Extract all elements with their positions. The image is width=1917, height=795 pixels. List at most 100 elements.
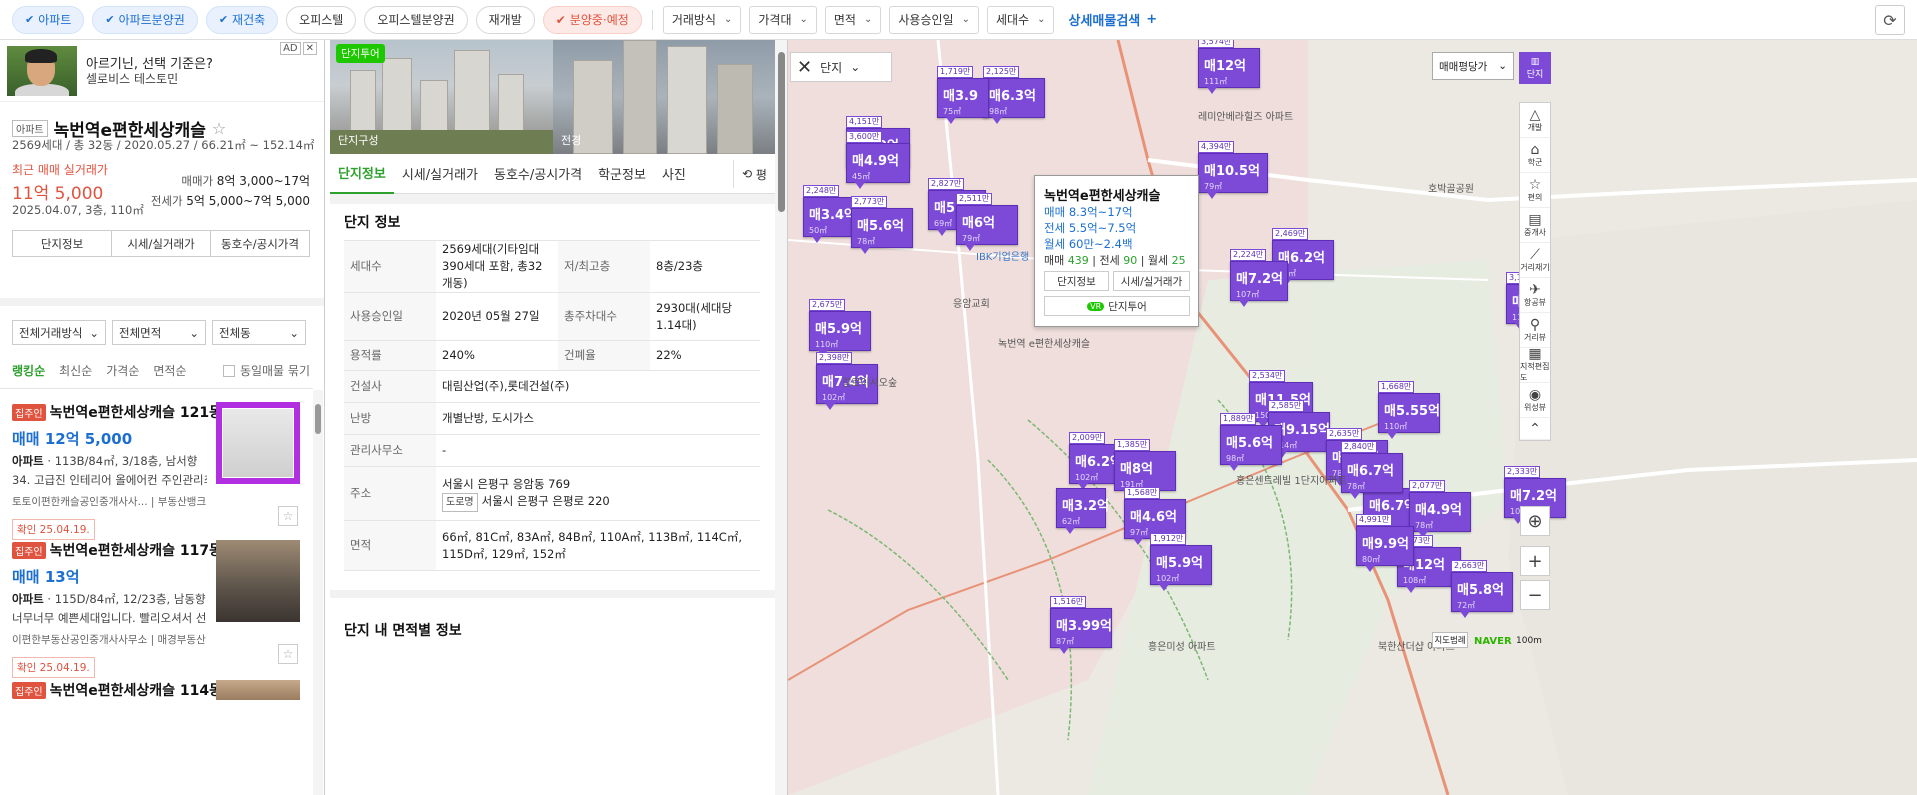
list-filter-area[interactable]: 전체면적 ⌄ bbox=[112, 320, 206, 345]
popup-tour-button[interactable]: VR 단지투어 bbox=[1044, 296, 1190, 316]
control-agent[interactable]: ▤ 중개사 bbox=[1520, 208, 1550, 243]
price-marker[interactable]: 2,511만 매6억 79㎡ bbox=[956, 193, 1018, 251]
listing-photo[interactable] bbox=[216, 402, 300, 484]
marker-price: 매3.99억 bbox=[1056, 619, 1112, 634]
marker-price-per-pyeong: 2,663만 bbox=[1451, 560, 1488, 572]
map-legend-button[interactable]: 지도범례 bbox=[1432, 632, 1468, 648]
map[interactable]: 3,574만 매12억 111㎡ 2,125만 매6.3억 98㎡ 1,719만 매3.9 75… bbox=[788, 40, 1917, 795]
dropdown-approval-date[interactable]: 사용승인일 ⌄ bbox=[889, 5, 979, 34]
star-icon[interactable]: ☆ bbox=[212, 119, 226, 138]
checkbox[interactable] bbox=[222, 364, 235, 377]
sort-area[interactable]: 면적순 bbox=[153, 362, 186, 379]
chip-officetel[interactable]: 오피스텔 bbox=[286, 5, 357, 34]
zoom-in-button[interactable]: + bbox=[1520, 546, 1550, 576]
pin-icon: ⚲ bbox=[1529, 316, 1541, 333]
price-history-button[interactable]: 시세/실거래가 bbox=[112, 231, 211, 256]
detail-panel: 단지투어 단지구성 전경 단지정보 시세/실거래가 동호수/공시가격 학군정보 … bbox=[326, 40, 788, 795]
price-marker[interactable]: 2,077만 매4.9억 78㎡ bbox=[1409, 480, 1471, 538]
popup-info-button[interactable]: 단지정보 bbox=[1044, 271, 1109, 291]
tab-price-history[interactable]: 시세/실거래가 bbox=[394, 154, 486, 194]
refresh-icon[interactable]: ⟳ bbox=[1875, 5, 1905, 35]
chip-officetel-presale-right[interactable]: 오피스텔분양권 bbox=[364, 5, 468, 34]
price-marker[interactable]: 3,574만 매12억 111㎡ bbox=[1198, 40, 1260, 94]
sort-price[interactable]: 가격순 bbox=[106, 362, 139, 379]
photo-complex-layout[interactable]: 단지투어 단지구성 bbox=[330, 40, 553, 154]
popup-price-button[interactable]: 시세/실거래가 bbox=[1113, 271, 1190, 291]
dropdown-deal-type[interactable]: 거래방식 ⌄ bbox=[662, 5, 742, 34]
dropdown-area[interactable]: 면적 ⌄ bbox=[824, 5, 882, 34]
price-marker[interactable]: 2,125만 매6.3억 98㎡ bbox=[983, 66, 1045, 124]
locate-icon[interactable]: ⊕ bbox=[1520, 506, 1550, 536]
complex-photos[interactable]: 단지투어 단지구성 전경 bbox=[330, 40, 775, 154]
control-aerial[interactable]: ✈ 항공뷰 bbox=[1520, 278, 1550, 313]
price-marker[interactable]: 2,840만 매6.7억 78㎡ bbox=[1341, 441, 1403, 499]
scrollbar[interactable] bbox=[775, 40, 787, 795]
ad-banner[interactable]: 아르기닌, 선택 기준은? 셀로비스 테스토민 AD ✕ bbox=[0, 40, 324, 102]
chip-redevelopment[interactable]: 재개발 bbox=[475, 5, 535, 34]
price-marker[interactable]: 2,224만 매7.2억 107㎡ bbox=[1230, 249, 1288, 307]
dropdown-price[interactable]: 가격대 ⌄ bbox=[749, 5, 817, 34]
list-filter-deal-type[interactable]: 전체거래방식 ⌄ bbox=[12, 320, 106, 345]
pyeong-toggle[interactable]: ⟲ 평 bbox=[733, 160, 775, 188]
danji-toggle-button[interactable]: ▥ 단지 bbox=[1519, 52, 1551, 84]
price-marker[interactable]: 2,675만 매5.9억 110㎡ bbox=[809, 299, 871, 357]
complex-popup[interactable]: 녹번역e편한세상캐슬 매매 8.3억~17억 전세 5.5억~7.5억 월세 6… bbox=[1034, 175, 1199, 327]
tab-unit-price[interactable]: 동호수/공시가격 bbox=[486, 154, 590, 194]
marker-price: 매5.6억 bbox=[857, 219, 904, 234]
photo-overview[interactable]: 전경 bbox=[553, 40, 775, 154]
listing-photo[interactable] bbox=[216, 680, 300, 700]
list-item[interactable]: 집주인 녹번역e편한세상캐슬 121동 매매 12억 5,000 아파트 · 11… bbox=[12, 402, 302, 540]
chip-apartment[interactable]: ✔ 아파트 bbox=[12, 5, 85, 34]
map-filter-chip[interactable]: ✕ 단지 ⌄ bbox=[790, 52, 892, 82]
zoom-out-button[interactable]: − bbox=[1520, 580, 1550, 610]
control-satellite[interactable]: ◉ 위성뷰 bbox=[1520, 383, 1550, 418]
check-icon: ✔ bbox=[555, 12, 566, 27]
marker-price: 매7.2억 bbox=[1236, 272, 1283, 287]
control-development[interactable]: △ 개발 bbox=[1520, 103, 1550, 138]
chip-apartment-presale-right[interactable]: ✔ 아파트분양권 bbox=[92, 5, 198, 34]
unit-price-button[interactable]: 동호수/공시가격 bbox=[211, 231, 309, 256]
control-distance[interactable]: ⟋ 거리재기 bbox=[1520, 243, 1550, 278]
complex-info-button[interactable]: 단지정보 bbox=[13, 231, 112, 256]
list-item[interactable]: 집주인 녹번역e편한세상캐슬 117동 매매 13억 아파트 · 115D/84㎡… bbox=[12, 540, 302, 678]
price-marker[interactable]: 3,600만 매4.9억 45㎡ bbox=[846, 131, 910, 189]
sort-ranking[interactable]: 랭킹순 bbox=[12, 362, 45, 379]
tab-school[interactable]: 학군정보 bbox=[590, 154, 654, 194]
control-cadastral[interactable]: ▦ 지적편집도 bbox=[1520, 347, 1550, 383]
price-marker[interactable]: 매3.2억 62㎡ bbox=[1056, 488, 1109, 534]
list-filter-building[interactable]: 전체동 ⌄ bbox=[212, 320, 306, 345]
star-icon[interactable]: ☆ bbox=[278, 506, 298, 526]
tab-complex-info[interactable]: 단지정보 bbox=[330, 154, 394, 194]
tab-photos[interactable]: 사진 bbox=[654, 154, 694, 194]
chip-reconstruction[interactable]: ✔ 재건축 bbox=[205, 5, 279, 34]
advanced-search-button[interactable]: 상세매물검색 + bbox=[1068, 10, 1157, 29]
chevron-up-icon: ⌃ bbox=[1529, 420, 1541, 437]
marker-price: 매5.55억 bbox=[1384, 404, 1440, 419]
chip-presale[interactable]: ✔ 분양중·예정 bbox=[542, 5, 642, 34]
price-marker[interactable]: 2,663만 매5.8억 72㎡ bbox=[1451, 560, 1513, 618]
price-marker[interactable]: 1,912만 매5.9억 102㎡ bbox=[1150, 533, 1212, 591]
list-item[interactable]: 집주인 녹번역e편한세상캐슬 114동 bbox=[12, 680, 302, 700]
close-icon[interactable]: ✕ bbox=[302, 42, 317, 55]
group-same-listing[interactable]: 동일매물 묶기 bbox=[222, 362, 310, 379]
map-sort-dropdown[interactable]: 매매평당가 ⌄ bbox=[1432, 52, 1514, 80]
scrollbar[interactable] bbox=[313, 390, 323, 795]
listing-photo[interactable] bbox=[216, 540, 300, 622]
price-marker[interactable]: 1,668만 매5.55억 110㎡ bbox=[1378, 381, 1440, 439]
collapse-controls[interactable]: ⌃ bbox=[1520, 418, 1550, 440]
price-marker[interactable]: 1,516만 매3.99억 87㎡ bbox=[1050, 596, 1112, 654]
control-street[interactable]: ⚲ 거리뷰 bbox=[1520, 313, 1550, 348]
price-marker[interactable]: 2,773만 매5.6억 78㎡ bbox=[851, 196, 913, 254]
price-marker[interactable]: 4,394만 매10.5억 79㎡ bbox=[1198, 141, 1268, 199]
dropdown-households[interactable]: 세대수 ⌄ bbox=[986, 5, 1055, 34]
price-marker[interactable]: 4,991만 매9.9억 80㎡ bbox=[1356, 514, 1414, 572]
close-icon[interactable]: ✕ bbox=[797, 57, 812, 78]
sort-latest[interactable]: 최신순 bbox=[59, 362, 92, 379]
control-convenience[interactable]: ☆ 편의 bbox=[1520, 173, 1550, 208]
price-marker[interactable]: 1,385만 매8억 191㎡ bbox=[1114, 439, 1176, 497]
star-icon[interactable]: ☆ bbox=[278, 644, 298, 664]
price-marker[interactable]: 1,719만 매3.9 75㎡ bbox=[937, 66, 989, 124]
tour-badge[interactable]: 단지투어 bbox=[336, 44, 385, 63]
control-school[interactable]: ⌂ 학군 bbox=[1520, 138, 1550, 173]
price-marker[interactable]: 1,889만 매5.6억 98㎡ bbox=[1220, 413, 1282, 471]
